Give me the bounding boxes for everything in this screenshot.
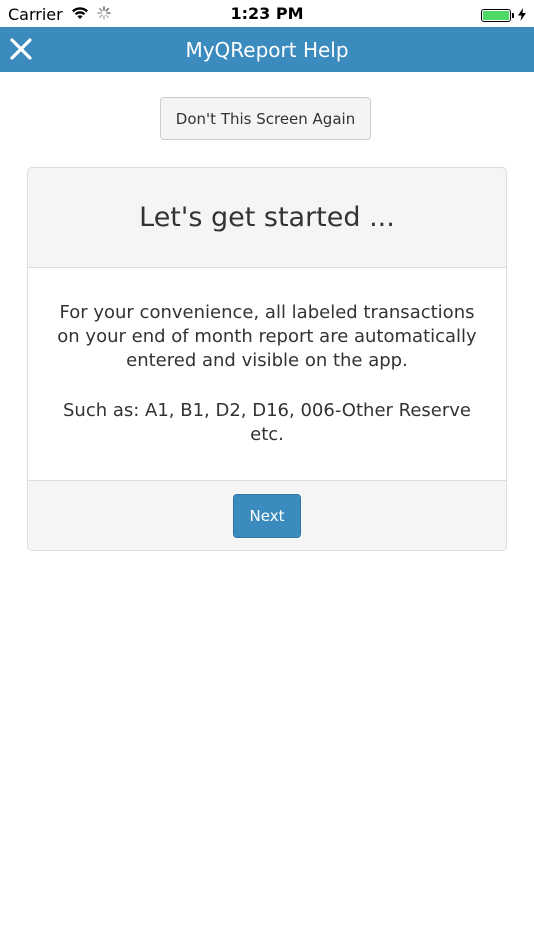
status-right [481,6,526,25]
next-button[interactable]: Next [233,493,301,538]
card-header: Let's get started ... [28,168,506,268]
battery-icon [481,9,511,22]
card-body: For your convenience, all labeled transa… [28,268,506,480]
charging-bolt-icon [518,6,526,25]
nav-bar: MyQReport Help [0,27,534,72]
card-paragraph-examples: Such as: A1, B1, D2, D16, 006-Other Rese… [62,400,471,445]
card-paragraph-convenience: For your convenience, all labeled transa… [57,302,477,371]
status-time: 1:23 PM [230,4,304,23]
card-title: Let's get started ... [139,202,395,233]
help-card: Let's get started ... For your convenien… [27,167,507,551]
status-bar: Carrier 1:23 PM [0,0,534,27]
card-footer: Next [28,480,506,550]
battery-tip [512,13,514,18]
battery-fill [483,11,509,20]
dont-show-again-button[interactable]: Don't This Screen Again [160,97,371,140]
page-title: MyQReport Help [185,38,349,62]
